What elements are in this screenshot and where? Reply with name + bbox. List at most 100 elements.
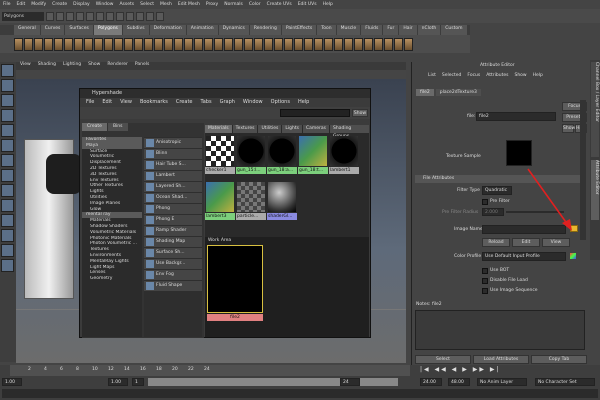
tool-icon[interactable] [1,124,14,137]
select-by-hierarchy-button[interactable] [76,11,84,21]
shelf-tab-muscle[interactable]: Muscle [336,25,361,35]
shelf-tab-curves[interactable]: Curves [40,25,65,35]
playback-end-field[interactable]: 24.00 [420,378,442,386]
command-line[interactable] [2,389,598,398]
shelf-tool-icon[interactable] [244,37,253,51]
playback-start-field[interactable]: 1.00 [2,378,22,386]
shelf-tool-icon[interactable] [84,37,93,51]
shelf-tool-icon[interactable] [374,37,383,51]
color-profile-icon[interactable] [570,253,576,259]
menu-mesh[interactable]: Mesh [160,2,172,7]
shelf-tool-icon[interactable] [404,37,413,51]
reload-button[interactable]: Reload [482,238,510,247]
shelf-tab-general[interactable]: General [14,25,40,35]
attr-menu-show[interactable]: Show [514,73,526,78]
shelf-tab-toon[interactable]: Toon [317,25,336,35]
create-node-item[interactable]: Anisotropic [144,138,202,148]
hypershade-menu-tabs[interactable]: Tabs [201,99,212,107]
time-slider[interactable]: 2 4 6 8 10 12 14 16 18 20 22 24 [10,365,410,376]
shelf-tab-subdivs[interactable]: Subdivs [122,25,149,35]
filter-type-dropdown[interactable]: Quadratic [482,186,512,195]
show-button-ae[interactable]: Show [562,124,575,133]
shelf-tool-icon[interactable] [64,37,73,51]
tool-icon[interactable] [1,184,14,197]
create-node-item[interactable]: Ocean Shad... [144,193,202,203]
load-attributes-button[interactable]: Load Attributes [473,355,529,364]
tool-icon[interactable] [1,229,14,242]
create-node-item[interactable]: Surface Sh... [144,248,202,258]
menu-assets[interactable]: Assets [119,2,134,7]
ipr-render-button[interactable] [146,11,154,21]
material-swatch[interactable]: lambert3 [205,181,235,225]
hypershade-menu-view[interactable]: View [120,99,132,107]
shelf-tool-icon[interactable] [294,37,303,51]
shelf-tool-icon[interactable] [304,37,313,51]
animation-end-field[interactable]: 48.00 [448,378,470,386]
shelf-tool-icon[interactable] [54,37,63,51]
hypershade-menu-bookmarks[interactable]: Bookmarks [140,99,168,107]
menu-help[interactable]: Help [323,2,333,7]
color-profile-dropdown[interactable]: Use Default Input Profile [482,252,566,261]
shelf-tool-icon[interactable] [224,37,233,51]
shelf-tool-icon[interactable] [34,37,43,51]
shelf-tab-deformation[interactable]: Deformation [149,25,186,35]
tool-icon[interactable] [1,79,14,92]
show-button[interactable]: Show [352,109,368,117]
create-node-item[interactable]: Blinn [144,149,202,159]
shelf-tool-icon[interactable] [284,37,293,51]
snap-grid-button[interactable] [106,11,114,21]
tool-icon[interactable] [1,109,14,122]
shelf-tool-icon[interactable] [94,37,103,51]
pre-filter-radius-field[interactable]: 2.000 [482,208,504,216]
attr-menu-attributes[interactable]: Attributes [486,73,508,78]
render-button[interactable] [136,11,144,21]
mode-selector[interactable]: Polygons [2,11,44,21]
hypershade-menu-help[interactable]: Help [298,99,309,107]
attr-tab-file2[interactable]: file2 [416,89,434,96]
shelf-tab-surfaces[interactable]: Surfaces [65,25,93,35]
shelf-tool-icon[interactable] [104,37,113,51]
tool-icon[interactable] [1,259,14,272]
shelf-tool-icon[interactable] [134,37,143,51]
open-scene-button[interactable] [56,11,64,21]
tab-bins[interactable]: Bins [107,123,128,131]
menu-proxy[interactable]: Proxy [206,2,218,7]
shelf-tool-icon[interactable] [24,37,33,51]
shelf-tool-icon[interactable] [364,37,373,51]
tool-icon[interactable] [1,94,14,107]
menu-window[interactable]: Window [96,2,114,7]
shelf-tool-icon[interactable] [114,37,123,51]
shelf-tool-icon[interactable] [44,37,53,51]
hypershade-menu-edit[interactable]: Edit [102,99,112,107]
shelf-tool-icon[interactable] [174,37,183,51]
viewport-menu-shading[interactable]: Shading [38,62,56,70]
material-swatch[interactable]: gun_15:l... [236,135,266,179]
edit-button[interactable]: Edit [512,238,540,247]
menu-modify[interactable]: Modify [31,2,46,7]
material-swatch[interactable]: lambert1 [329,135,359,179]
shelf-tool-icon[interactable] [254,37,263,51]
attr-tab-place2dtexture3[interactable]: place2dTexture3 [435,89,481,96]
shelf-tab-dynamics[interactable]: Dynamics [218,25,249,35]
range-slider[interactable] [148,378,398,386]
attr-menu-list[interactable]: List [428,73,436,78]
disable-file-load-checkbox[interactable] [482,278,488,284]
hypershade-menu-options[interactable]: Options [271,99,290,107]
hypershade-tab-materials[interactable]: Materials [205,125,232,133]
attr-editor-scrollbar[interactable] [580,100,586,240]
tool-icon[interactable] [1,139,14,152]
menu-display[interactable]: Display [73,2,90,7]
notes-field[interactable] [415,310,585,350]
shelf-tool-icon[interactable] [124,37,133,51]
hypershade-tab-utilities[interactable]: Utilities [258,125,282,133]
tool-icon[interactable] [1,169,14,182]
tab-create[interactable]: Create [82,123,107,131]
tool-icon[interactable] [1,214,14,227]
menu-color[interactable]: Color [249,2,261,7]
shelf-tool-icon[interactable] [354,37,363,51]
shelf-tool-icon[interactable] [334,37,343,51]
current-frame-field[interactable]: 1 [132,378,144,386]
shelf-tab-painteffects[interactable]: PaintEffects [281,25,317,35]
material-swatch[interactable]: gun_18:a... [267,135,297,179]
shelf-tool-icon[interactable] [394,37,403,51]
